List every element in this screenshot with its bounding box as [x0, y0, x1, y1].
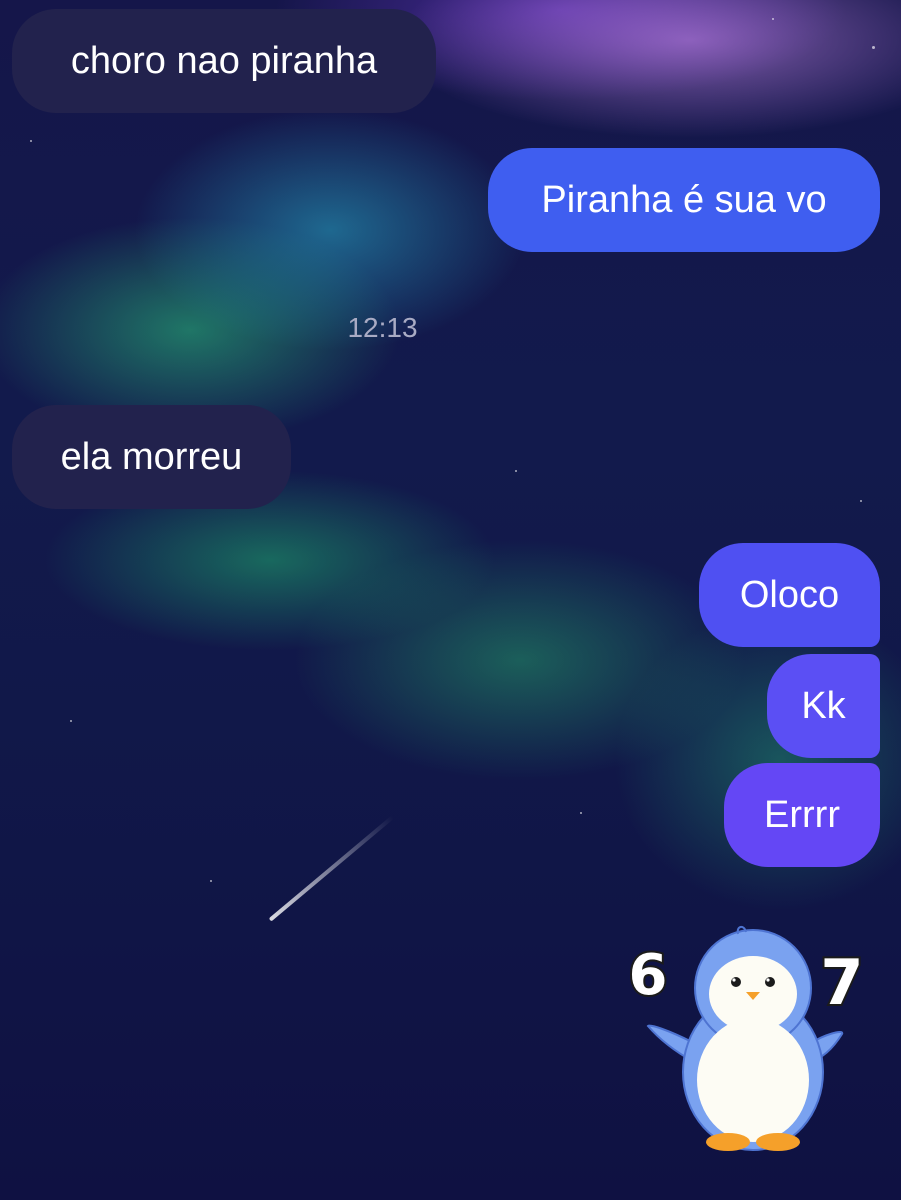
sticker-number-right: 7 [820, 946, 863, 1019]
message-text: ela morreu [60, 436, 243, 478]
message-bubble-outgoing[interactable]: Kk [767, 654, 880, 758]
star [872, 46, 875, 49]
message-bubble-incoming[interactable]: ela morreu [12, 405, 291, 509]
message-timestamp: 12:13 [347, 312, 418, 343]
shooting-star [268, 815, 394, 922]
message-text: Errrr [764, 794, 840, 836]
message-text: Piranha é sua vo [541, 179, 827, 221]
message-bubble-outgoing[interactable]: Oloco [699, 543, 880, 647]
star [210, 880, 212, 882]
message-bubble-incoming[interactable]: choro nao piranha [12, 9, 436, 113]
message-bubble-outgoing[interactable]: Piranha é sua vo [488, 148, 880, 252]
message-text: Kk [801, 685, 846, 727]
sticker-number-left: 6 [629, 943, 668, 1008]
star [515, 470, 517, 472]
star [860, 500, 862, 502]
star [70, 720, 72, 722]
message-text: Oloco [739, 574, 840, 616]
star [580, 812, 582, 814]
star [30, 140, 32, 142]
penguin-icon [646, 926, 844, 1151]
message-text: choro nao piranha [70, 40, 378, 82]
message-bubble-outgoing[interactable]: Errrr [724, 763, 880, 867]
penguin-sticker[interactable]: 6 7 [620, 912, 870, 1162]
star [772, 18, 774, 20]
